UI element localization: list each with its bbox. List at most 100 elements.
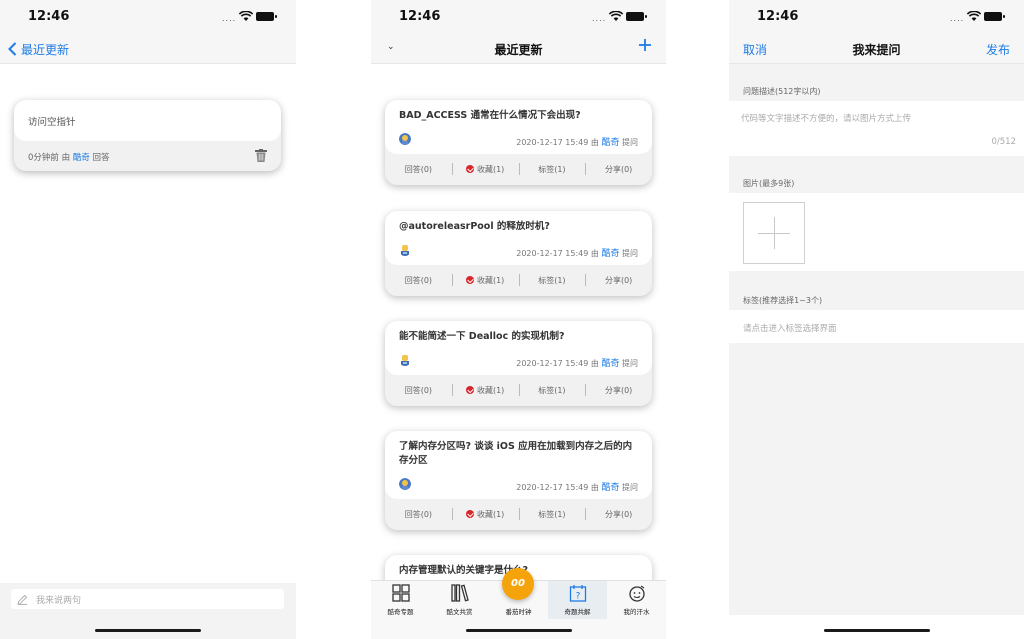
tags-button[interactable]: 标签(1) bbox=[518, 163, 586, 175]
tab-articles[interactable]: 酷文共赏 bbox=[430, 581, 489, 619]
battery-icon bbox=[626, 12, 647, 21]
card-actions: 回答(0) 收藏(1) 标签(1) 分享(0) bbox=[385, 375, 652, 406]
meta-suffix: 提问 bbox=[619, 138, 638, 147]
tab-questions[interactable]: ? 奇题共解 bbox=[548, 581, 607, 619]
favorite-button[interactable]: 收藏(1) bbox=[451, 508, 519, 520]
author-link[interactable]: 酷奇 bbox=[601, 359, 619, 369]
author-link[interactable]: 酷奇 bbox=[601, 138, 619, 148]
card-actions: 回答(0) 收藏(1) 标签(1) 分享(0) bbox=[385, 499, 652, 530]
avatar[interactable] bbox=[399, 133, 411, 145]
back-button[interactable]: 最近更新 bbox=[8, 39, 69, 59]
answers-button[interactable]: 回答(0) bbox=[385, 385, 452, 396]
tags-placeholder: 请点击进入标签选择界面 bbox=[743, 324, 837, 334]
share-button[interactable]: 分享(0) bbox=[585, 163, 652, 175]
author-link[interactable]: 酷奇 bbox=[601, 483, 619, 493]
comment-input[interactable]: 我来说两句 bbox=[11, 589, 284, 609]
avatar[interactable] bbox=[399, 354, 411, 366]
favorite-label: 收藏(1) bbox=[476, 276, 505, 285]
author-link[interactable]: 酷奇 bbox=[73, 153, 90, 163]
answer-card[interactable]: 访问空指针 0分钟前 由 酷奇 回答 bbox=[14, 100, 281, 171]
battery-icon bbox=[256, 12, 277, 21]
signal-icon: .... bbox=[222, 14, 237, 23]
nav-bar: 最近更新 bbox=[0, 34, 296, 64]
share-button[interactable]: 分享(0) bbox=[585, 508, 652, 520]
tags-label: 标签(推荐选择1~3个) bbox=[743, 296, 823, 305]
tags-selector[interactable]: 请点击进入标签选择界面 bbox=[729, 310, 1024, 343]
home-indicator bbox=[465, 629, 572, 632]
back-label: 最近更新 bbox=[21, 42, 70, 57]
char-counter: 0/512 bbox=[991, 137, 1017, 147]
meta-suffix: 回答 bbox=[89, 153, 110, 163]
tab-mine[interactable]: 我的汗水 bbox=[607, 581, 666, 619]
question-card[interactable]: @autoreleasrPool 的释放时机? 2020-12-17 15:49… bbox=[385, 211, 652, 296]
pomodoro-clock-button[interactable]: 00 bbox=[502, 568, 534, 600]
tab-label: 奇题共解 bbox=[564, 608, 591, 616]
books-icon bbox=[450, 584, 469, 602]
tags-button[interactable]: 标签(1) bbox=[518, 384, 586, 396]
nav-bar: ⌄ 最近更新 bbox=[371, 34, 666, 64]
smiley-icon bbox=[628, 585, 645, 602]
question-meta: 2020-12-17 15:49 由 酷奇 提问 bbox=[516, 246, 638, 259]
screen-recent-detail: 12:46 .... 最近更新 访问空指针 0分钟前 由 酷奇 回答 我来说两句 bbox=[0, 0, 296, 639]
screen-recent-list: 12:46 .... ⌄ 最近更新 BAD_ACCESS 通常在什么情况下会出现… bbox=[371, 0, 666, 639]
meta-prefix: 0分钟前 由 bbox=[28, 153, 73, 163]
battery-icon bbox=[984, 12, 1005, 21]
status-icons: .... bbox=[592, 11, 647, 23]
home-indicator bbox=[95, 629, 201, 632]
question-meta: 2020-12-17 15:49 由 酷奇 提问 bbox=[516, 480, 638, 493]
wifi-icon bbox=[609, 11, 623, 21]
meta-suffix: 提问 bbox=[619, 359, 638, 368]
card-actions: 回答(0) 收藏(1) 标签(1) 分享(0) bbox=[385, 265, 652, 296]
avatar[interactable] bbox=[399, 244, 411, 256]
question-text: 访问空指针 bbox=[28, 117, 76, 128]
trash-icon[interactable] bbox=[255, 149, 267, 162]
question-title: BAD_ACCESS 通常在什么情况下会出现? bbox=[399, 110, 581, 121]
add-image-button[interactable] bbox=[743, 202, 805, 264]
answers-button[interactable]: 回答(0) bbox=[385, 275, 452, 286]
question-date: 2020-12-17 15:49 由 bbox=[516, 359, 602, 368]
share-button[interactable]: 分享(0) bbox=[585, 274, 652, 286]
tab-label: 番茄时钟 bbox=[505, 608, 532, 616]
card-actions: 回答(0) 收藏(1) 标签(1) 分享(0) bbox=[385, 154, 652, 185]
status-bar: 12:46 .... bbox=[371, 0, 666, 34]
question-card[interactable]: 了解内存分区吗? 谈谈 iOS 应用在加载到内存之后的内存分区 2020-12-… bbox=[385, 431, 652, 530]
favorite-label: 收藏(1) bbox=[476, 510, 505, 519]
question-card[interactable]: BAD_ACCESS 通常在什么情况下会出现? 2020-12-17 15:49… bbox=[385, 100, 652, 185]
status-bar: 12:46 .... bbox=[0, 0, 296, 34]
favorite-icon bbox=[465, 510, 474, 518]
pencil-icon bbox=[17, 594, 28, 605]
meta-suffix: 提问 bbox=[619, 483, 638, 492]
question-title: 能不能简述一下 Dealloc 的实现机制? bbox=[399, 331, 565, 342]
wifi-icon bbox=[967, 11, 981, 21]
avatar[interactable] bbox=[399, 478, 411, 490]
tags-button[interactable]: 标签(1) bbox=[518, 508, 586, 520]
favorite-icon bbox=[465, 276, 474, 284]
wifi-icon bbox=[239, 11, 253, 21]
grid-icon bbox=[391, 584, 410, 602]
question-title: 了解内存分区吗? 谈谈 iOS 应用在加载到内存之后的内存分区 bbox=[399, 441, 633, 466]
add-question-button[interactable] bbox=[638, 38, 652, 52]
favorite-button[interactable]: 收藏(1) bbox=[451, 274, 519, 286]
tags-button[interactable]: 标签(1) bbox=[518, 274, 586, 286]
favorite-icon bbox=[465, 165, 474, 173]
author-link[interactable]: 酷奇 bbox=[601, 249, 619, 259]
home-indicator bbox=[823, 629, 930, 632]
favorite-button[interactable]: 收藏(1) bbox=[451, 163, 519, 175]
share-button[interactable]: 分享(0) bbox=[585, 384, 652, 396]
favorite-button[interactable]: 收藏(1) bbox=[451, 384, 519, 396]
nav-bar: 取消 我来提问 发布 bbox=[729, 34, 1024, 64]
question-date: 2020-12-17 15:49 由 bbox=[516, 138, 602, 147]
description-field[interactable]: 代码等文字描述不方便的，请以图片方式上传 0/512 bbox=[729, 101, 1024, 156]
answers-button[interactable]: 回答(0) bbox=[385, 164, 452, 175]
status-bar: 12:46 .... bbox=[729, 0, 1024, 34]
meta-suffix: 提问 bbox=[619, 249, 638, 258]
tab-topics[interactable]: 酷奇专题 bbox=[371, 581, 430, 619]
publish-button[interactable]: 发布 bbox=[986, 41, 1010, 58]
answer-meta: 0分钟前 由 酷奇 回答 bbox=[28, 151, 110, 163]
status-time: 12:46 bbox=[28, 9, 70, 24]
question-title: @autoreleasrPool 的释放时机? bbox=[399, 221, 550, 232]
question-card[interactable]: 能不能简述一下 Dealloc 的实现机制? 2020-12-17 15:49 … bbox=[385, 321, 652, 406]
answers-button[interactable]: 回答(0) bbox=[385, 509, 452, 520]
question-meta: 2020-12-17 15:49 由 酷奇 提问 bbox=[516, 135, 638, 148]
status-icons: .... bbox=[950, 11, 1005, 23]
